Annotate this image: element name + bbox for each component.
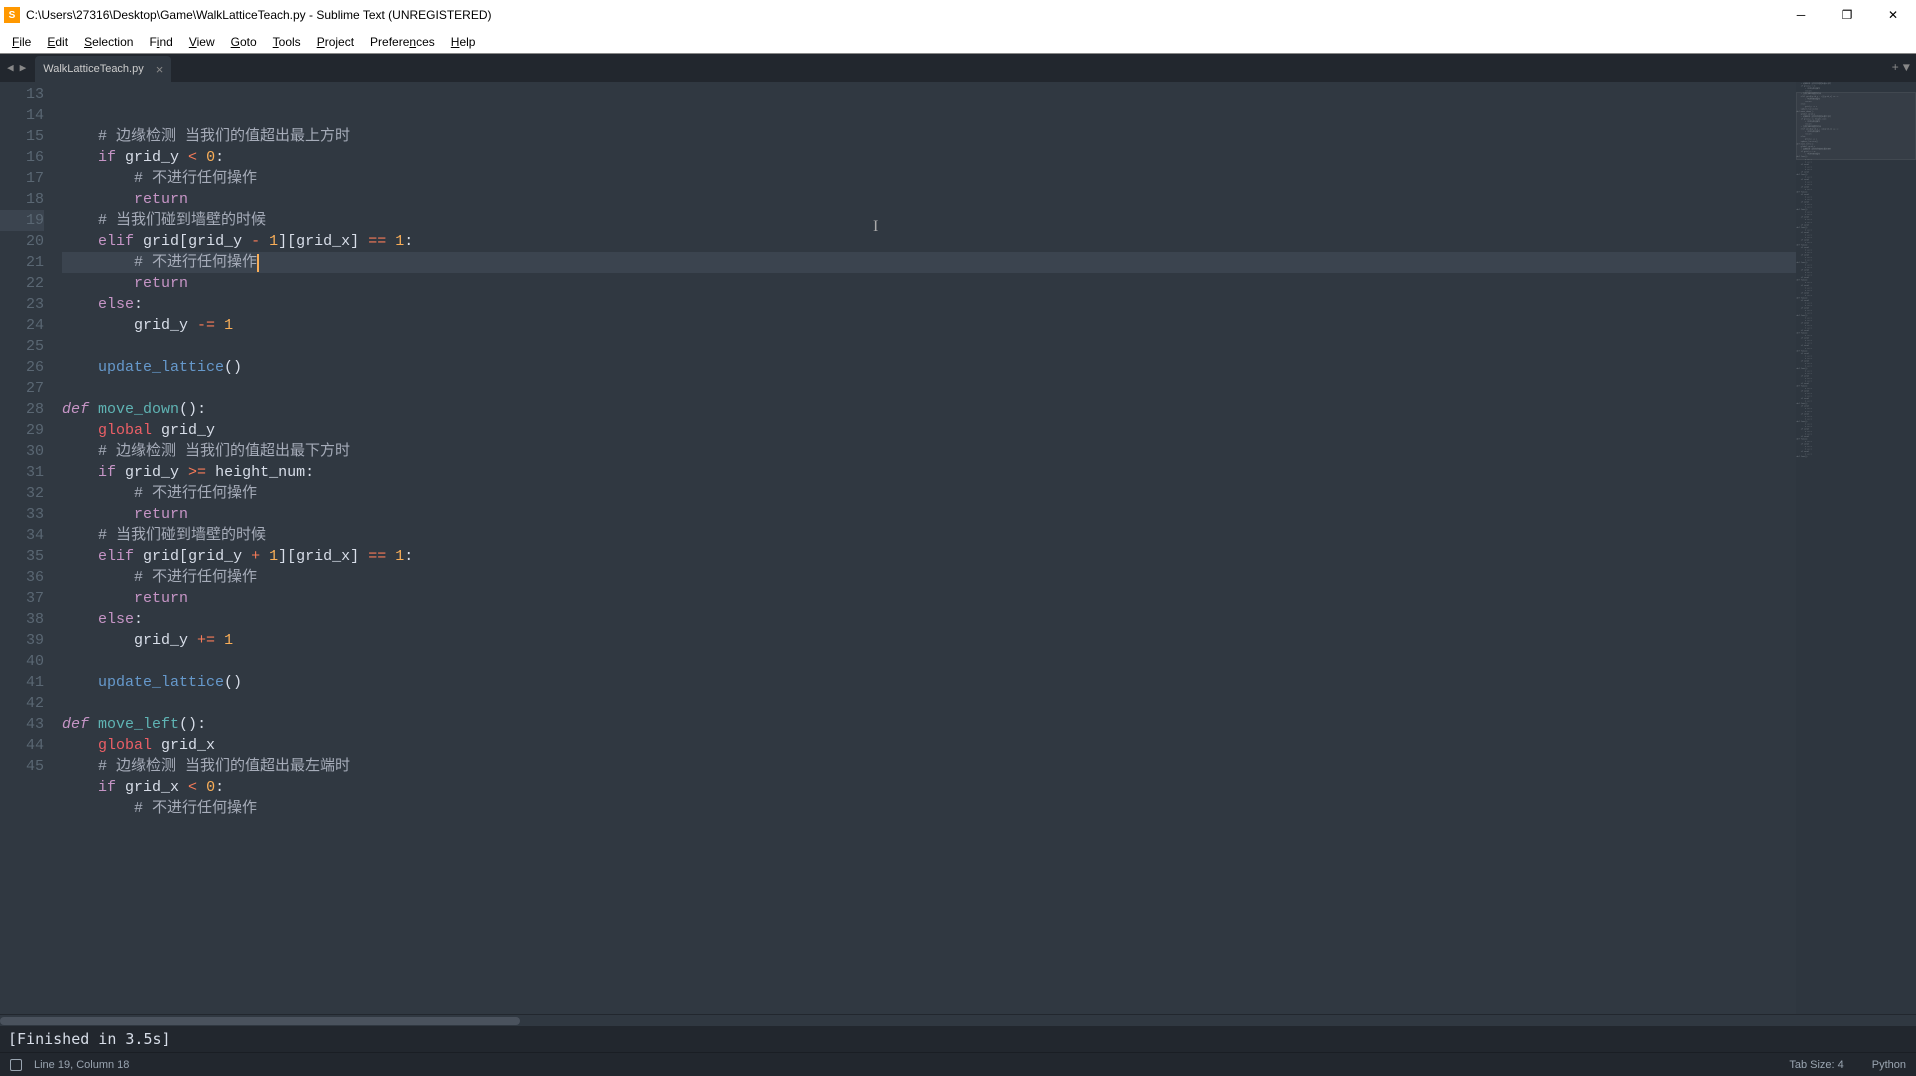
tab-history-nav: ◀ ▶ xyxy=(0,54,33,82)
scrollbar-thumb[interactable] xyxy=(0,1017,520,1025)
menu-file[interactable]: File xyxy=(4,30,39,53)
code-line[interactable]: # 当我们碰到墙壁的时候 xyxy=(62,525,1796,546)
code-line[interactable]: return xyxy=(62,189,1796,210)
horizontal-scrollbar[interactable] xyxy=(0,1014,1916,1026)
tabbar: ◀ ▶ WalkLatticeTeach.py × + ▼ xyxy=(0,54,1916,82)
menu-project[interactable]: Project xyxy=(309,30,362,53)
code-line[interactable]: grid_y += 1 xyxy=(62,630,1796,651)
code-line[interactable]: if grid_y >= height_num: xyxy=(62,462,1796,483)
menu-goto[interactable]: Goto xyxy=(223,30,265,53)
editor-area: 1314151617181920212223242526272829303132… xyxy=(0,82,1916,1014)
code-editor[interactable]: # 边缘检测 当我们的值超出最上方时 if grid_y < 0: # 不进行任… xyxy=(62,82,1796,1014)
code-line[interactable]: def move_down(): xyxy=(62,399,1796,420)
menu-tools[interactable]: Tools xyxy=(265,30,309,53)
code-line[interactable] xyxy=(62,693,1796,714)
code-line[interactable]: else: xyxy=(62,609,1796,630)
code-container: 1314151617181920212223242526272829303132… xyxy=(0,82,1796,1014)
tab-back-icon[interactable]: ◀ xyxy=(4,61,17,75)
code-line[interactable]: # 不进行任何操作 xyxy=(62,567,1796,588)
code-line[interactable]: global grid_y xyxy=(62,420,1796,441)
code-line[interactable]: # 不进行任何操作 xyxy=(62,168,1796,189)
menu-help[interactable]: Help xyxy=(443,30,484,53)
code-line[interactable]: # 不进行任何操作 xyxy=(62,798,1796,819)
minimap-content: # 边缘检测 当我们的值超出最上方时 if grid_y < 0: # 不进行任… xyxy=(1796,82,1916,458)
code-line[interactable] xyxy=(62,336,1796,357)
code-line[interactable] xyxy=(62,378,1796,399)
code-line[interactable]: global grid_x xyxy=(62,735,1796,756)
menubar: File Edit Selection Find View Goto Tools… xyxy=(0,30,1916,54)
code-line[interactable]: return xyxy=(62,273,1796,294)
code-line[interactable]: # 不进行任何操作 xyxy=(62,483,1796,504)
code-line[interactable]: else: xyxy=(62,294,1796,315)
code-line[interactable]: elif grid[grid_y - 1][grid_x] == 1: xyxy=(62,231,1796,252)
code-line[interactable]: return xyxy=(62,504,1796,525)
code-line[interactable] xyxy=(62,651,1796,672)
build-output-panel[interactable]: [Finished in 3.5s] xyxy=(0,1026,1916,1052)
code-line[interactable]: if grid_x < 0: xyxy=(62,777,1796,798)
code-line[interactable]: # 边缘检测 当我们的值超出最下方时 xyxy=(62,441,1796,462)
menu-selection[interactable]: Selection xyxy=(76,30,141,53)
text-cursor-icon: I xyxy=(873,216,878,237)
maximize-button[interactable]: ❐ xyxy=(1824,0,1870,30)
statusbar: Line 19, Column 18 Tab Size: 4 Python xyxy=(0,1052,1916,1076)
window-title: C:\Users\27316\Desktop\Game\WalkLatticeT… xyxy=(26,8,1778,22)
status-tab-size[interactable]: Tab Size: 4 xyxy=(1789,1059,1843,1071)
code-line[interactable]: update_lattice() xyxy=(62,672,1796,693)
menu-preferences[interactable]: Preferences xyxy=(362,30,443,53)
caret xyxy=(257,254,259,272)
code-line[interactable]: # 边缘检测 当我们的值超出最上方时 xyxy=(62,126,1796,147)
tab-dropdown-icon[interactable]: ▼ xyxy=(1901,61,1912,75)
code-line[interactable]: # 不进行任何操作 xyxy=(62,252,1796,273)
code-line[interactable]: elif grid[grid_y + 1][grid_x] == 1: xyxy=(62,546,1796,567)
panel-switcher-icon[interactable] xyxy=(10,1059,22,1071)
window-controls: ─ ❐ ✕ xyxy=(1778,0,1916,30)
code-line[interactable]: grid_y -= 1 xyxy=(62,315,1796,336)
line-number-gutter[interactable]: 1314151617181920212223242526272829303132… xyxy=(0,82,62,1014)
code-line[interactable]: update_lattice() xyxy=(62,357,1796,378)
minimize-button[interactable]: ─ xyxy=(1778,0,1824,30)
status-syntax[interactable]: Python xyxy=(1872,1059,1906,1071)
tab-forward-icon[interactable]: ▶ xyxy=(17,61,30,75)
menu-find[interactable]: Find xyxy=(141,30,180,53)
menu-view[interactable]: View xyxy=(181,30,223,53)
console-output: [Finished in 3.5s] xyxy=(8,1030,171,1048)
tab-controls-right: + ▼ xyxy=(1886,54,1916,82)
code-line[interactable]: return xyxy=(62,588,1796,609)
tab-close-icon[interactable]: × xyxy=(156,62,164,77)
new-tab-icon[interactable]: + xyxy=(1890,61,1901,75)
minimap[interactable]: # 边缘检测 当我们的值超出最上方时 if grid_y < 0: # 不进行任… xyxy=(1796,82,1916,1014)
close-button[interactable]: ✕ xyxy=(1870,0,1916,30)
status-cursor-position[interactable]: Line 19, Column 18 xyxy=(34,1059,129,1071)
tab-label: WalkLatticeTeach.py xyxy=(43,63,143,75)
code-line[interactable]: if grid_y < 0: xyxy=(62,147,1796,168)
code-line[interactable]: # 当我们碰到墙壁的时候 xyxy=(62,210,1796,231)
code-line[interactable]: # 边缘检测 当我们的值超出最左端时 xyxy=(62,756,1796,777)
code-line[interactable]: def move_left(): xyxy=(62,714,1796,735)
app-icon: S xyxy=(4,7,20,23)
menu-edit[interactable]: Edit xyxy=(39,30,76,53)
tab-active[interactable]: WalkLatticeTeach.py × xyxy=(35,56,171,82)
titlebar: S C:\Users\27316\Desktop\Game\WalkLattic… xyxy=(0,0,1916,30)
